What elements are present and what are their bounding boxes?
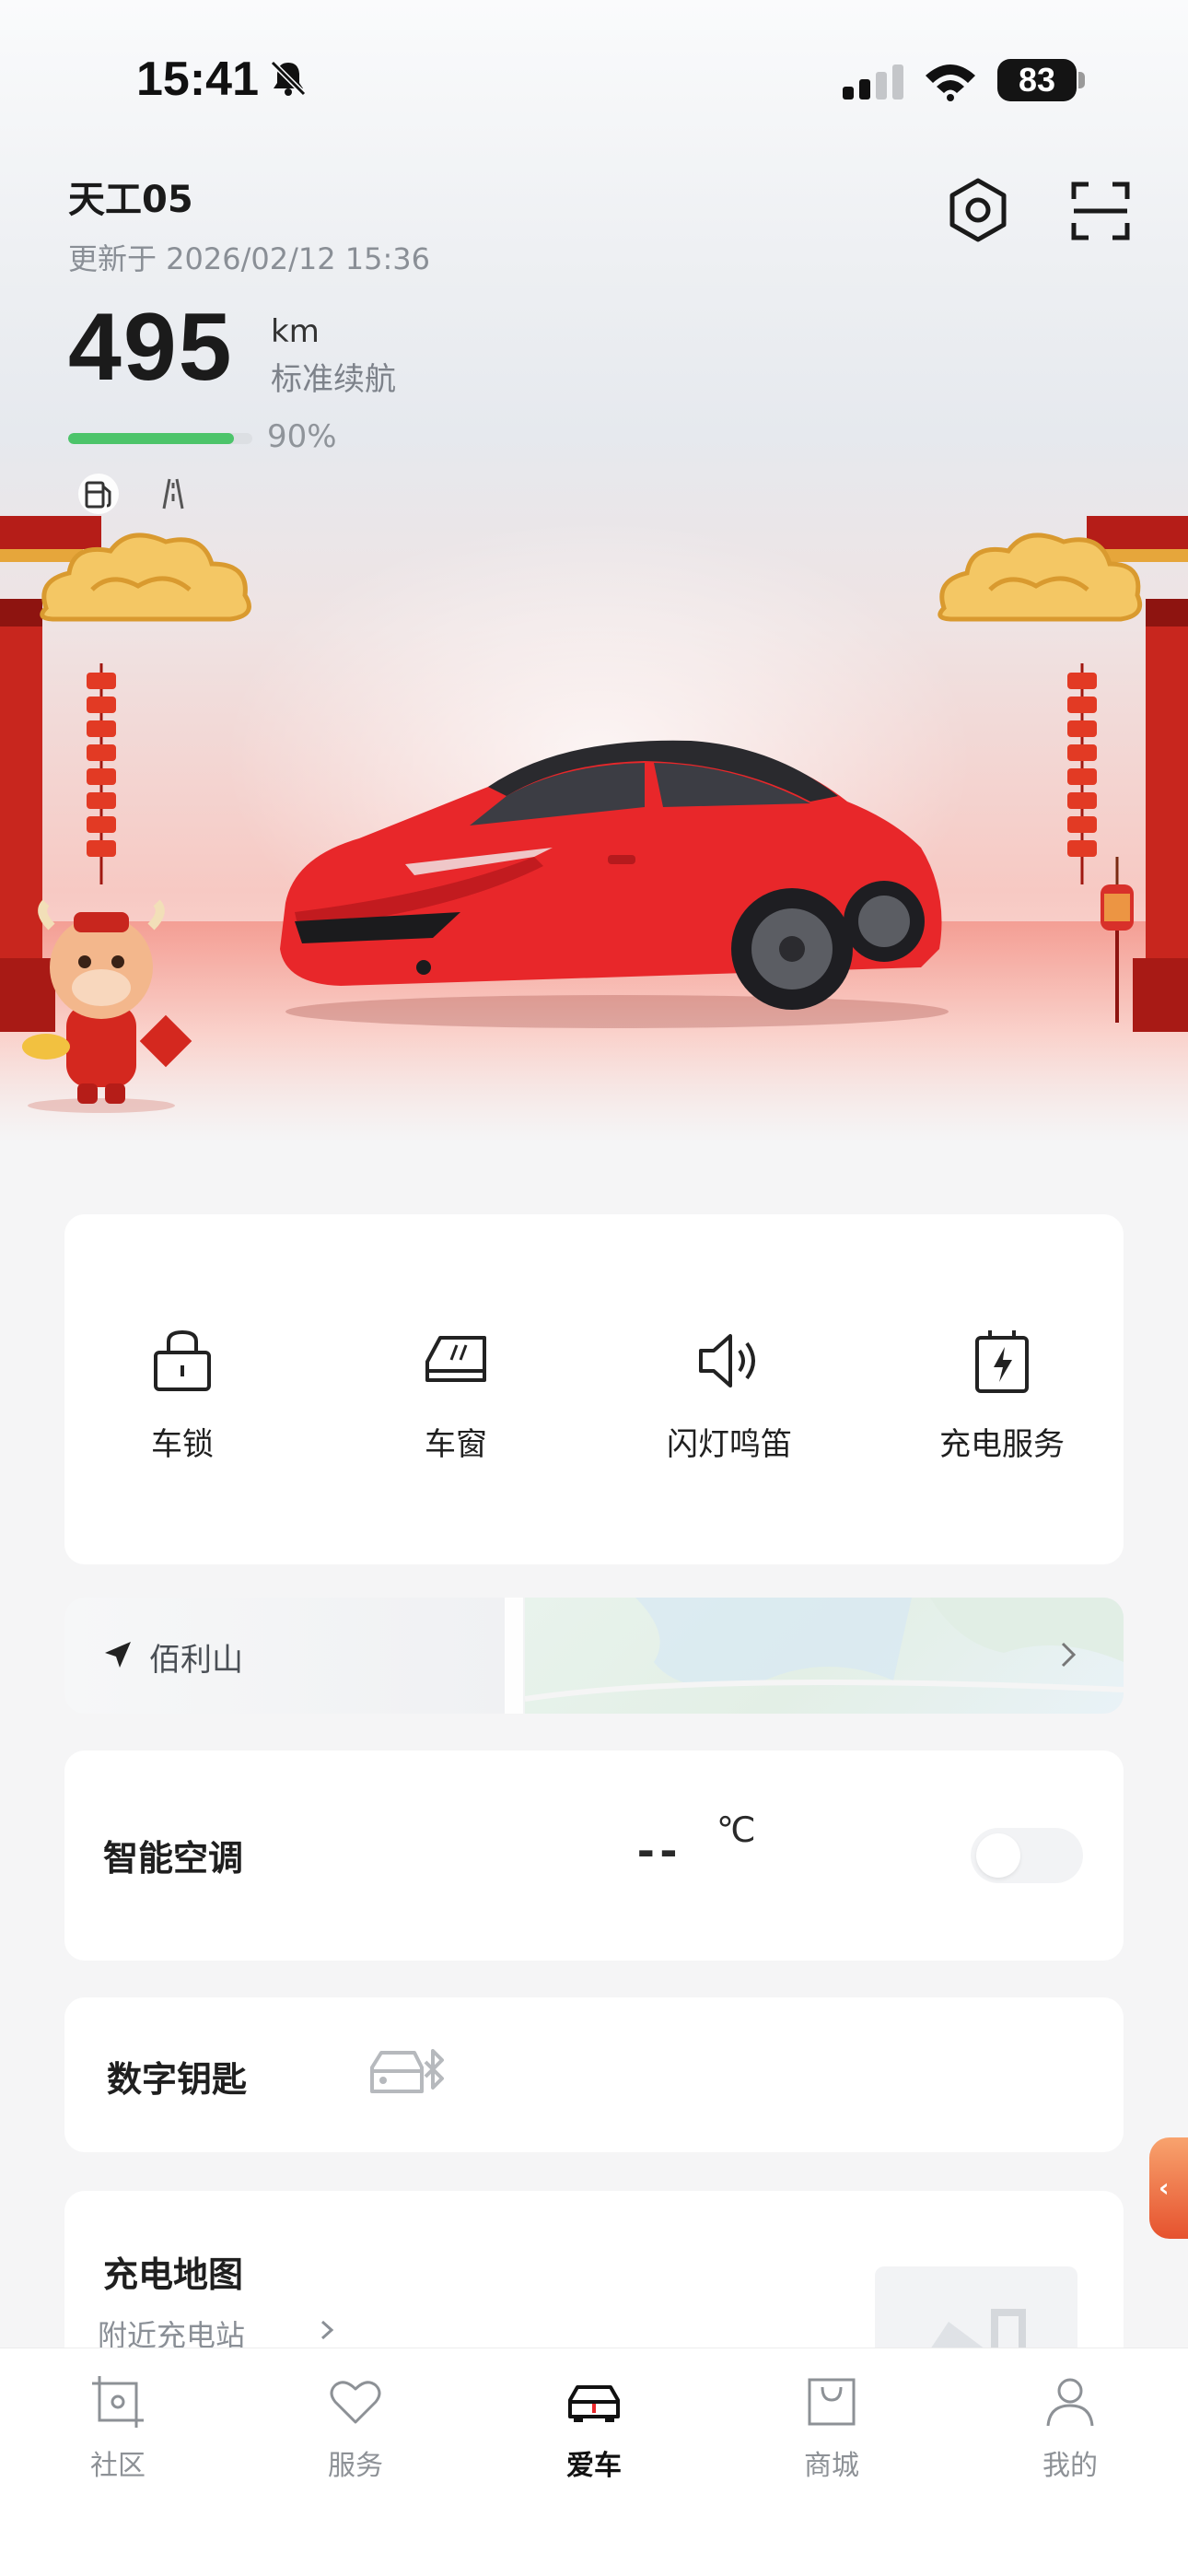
side-tab-arrow: ‹ bbox=[1159, 2172, 1170, 2203]
wifi-icon bbox=[926, 64, 975, 101]
settings-hexagon-icon[interactable] bbox=[943, 175, 1013, 245]
tab-my-car[interactable]: 爱车 bbox=[520, 2372, 668, 2483]
status-bar: 15:41 83 bbox=[0, 0, 1188, 157]
battery-level-fill bbox=[68, 433, 234, 444]
lantern-icon bbox=[1101, 857, 1134, 1023]
digital-key-label: 数字钥匙 bbox=[107, 2059, 248, 2100]
community-icon bbox=[92, 2376, 144, 2428]
map-shapes bbox=[524, 1598, 1124, 1702]
smart-ac-label: 智能空调 bbox=[103, 1838, 244, 1879]
scan-icon[interactable] bbox=[1068, 179, 1133, 243]
quick-actions-card: 车锁 车窗 闪灯鸣笛 充电服务 bbox=[64, 1214, 1124, 1564]
road-icon[interactable] bbox=[153, 474, 193, 514]
tab-community[interactable]: 社区 bbox=[44, 2372, 192, 2483]
cloud-left bbox=[40, 533, 251, 622]
update-time: 更新于 2026/02/12 15:36 bbox=[68, 241, 431, 276]
cloud-right bbox=[938, 533, 1143, 622]
tab-label: 社区 bbox=[90, 2450, 146, 2482]
tab-label: 我的 bbox=[1042, 2450, 1098, 2482]
flash-horn-button[interactable]: 闪灯鸣笛 bbox=[637, 1325, 821, 1464]
ac-toggle[interactable] bbox=[971, 1828, 1083, 1883]
battery-level-bar bbox=[68, 433, 252, 444]
battery-percent: 90% bbox=[267, 418, 337, 455]
vehicle-location-card[interactable]: 佰利山 bbox=[64, 1598, 1124, 1714]
fuel-station-icon[interactable] bbox=[77, 474, 120, 514]
digital-key-card[interactable]: 数字钥匙 bbox=[64, 1997, 1124, 2152]
battery-tip bbox=[1078, 72, 1085, 88]
speaker-icon bbox=[699, 1334, 755, 1388]
charging-service-button[interactable]: 充电服务 bbox=[910, 1325, 1094, 1464]
location-divider bbox=[505, 1598, 523, 1714]
location-map-preview[interactable] bbox=[524, 1598, 1124, 1714]
lock-button[interactable]: 车锁 bbox=[90, 1325, 274, 1464]
bell-muted-icon bbox=[270, 60, 307, 97]
range-unit: km bbox=[271, 313, 320, 350]
ac-temperature-unit: ℃ bbox=[716, 1809, 756, 1850]
tab-label: 爱车 bbox=[566, 2450, 622, 2482]
window-icon bbox=[425, 1336, 486, 1382]
firecracker-left bbox=[87, 663, 116, 884]
ac-temperature: -- bbox=[637, 1820, 683, 1878]
battery-indicator: 83 bbox=[997, 59, 1077, 101]
charging-map-title: 充电地图 bbox=[103, 2254, 244, 2295]
car-bluetooth-icon bbox=[370, 2049, 444, 2093]
vehicle-name[interactable]: 天工05 bbox=[68, 170, 193, 223]
smart-ac-card[interactable]: 智能空调 -- ℃ bbox=[64, 1751, 1124, 1961]
range-value: 495 bbox=[68, 294, 234, 401]
quick-action-label: 充电服务 bbox=[939, 1426, 1065, 1463]
car-icon bbox=[568, 2385, 620, 2422]
ox-mascot-icon bbox=[22, 899, 192, 1113]
tab-service[interactable]: 服务 bbox=[282, 2372, 429, 2483]
side-floating-tab[interactable]: ‹ bbox=[1149, 2137, 1188, 2239]
heart-icon bbox=[330, 2381, 381, 2424]
quick-action-label: 闪灯鸣笛 bbox=[667, 1426, 792, 1463]
status-time: 15:41 bbox=[136, 53, 259, 106]
cellular-signal-icon bbox=[843, 64, 903, 100]
chevron-right-icon bbox=[1061, 1642, 1077, 1668]
tab-mall[interactable]: 商城 bbox=[758, 2372, 905, 2483]
charging-icon bbox=[975, 1330, 1029, 1393]
window-button[interactable]: 车窗 bbox=[364, 1325, 548, 1464]
tab-mine[interactable]: 我的 bbox=[996, 2372, 1144, 2483]
tab-label: 商城 bbox=[804, 2450, 859, 2482]
quick-action-label: 车窗 bbox=[425, 1426, 487, 1463]
ac-toggle-knob bbox=[976, 1833, 1020, 1878]
location-name: 佰利山 bbox=[149, 1642, 243, 1679]
person-icon bbox=[1046, 2378, 1094, 2427]
tab-label: 服务 bbox=[328, 2450, 383, 2482]
vehicle-illustration bbox=[280, 740, 949, 1028]
range-type: 标准续航 bbox=[271, 361, 396, 398]
navigation-arrow-icon bbox=[105, 1642, 131, 1668]
bag-icon bbox=[808, 2378, 856, 2426]
quick-action-label: 车锁 bbox=[151, 1426, 214, 1463]
chevron-right-icon bbox=[320, 2320, 334, 2340]
firecracker-right bbox=[1067, 663, 1097, 884]
lock-icon bbox=[154, 1329, 211, 1391]
